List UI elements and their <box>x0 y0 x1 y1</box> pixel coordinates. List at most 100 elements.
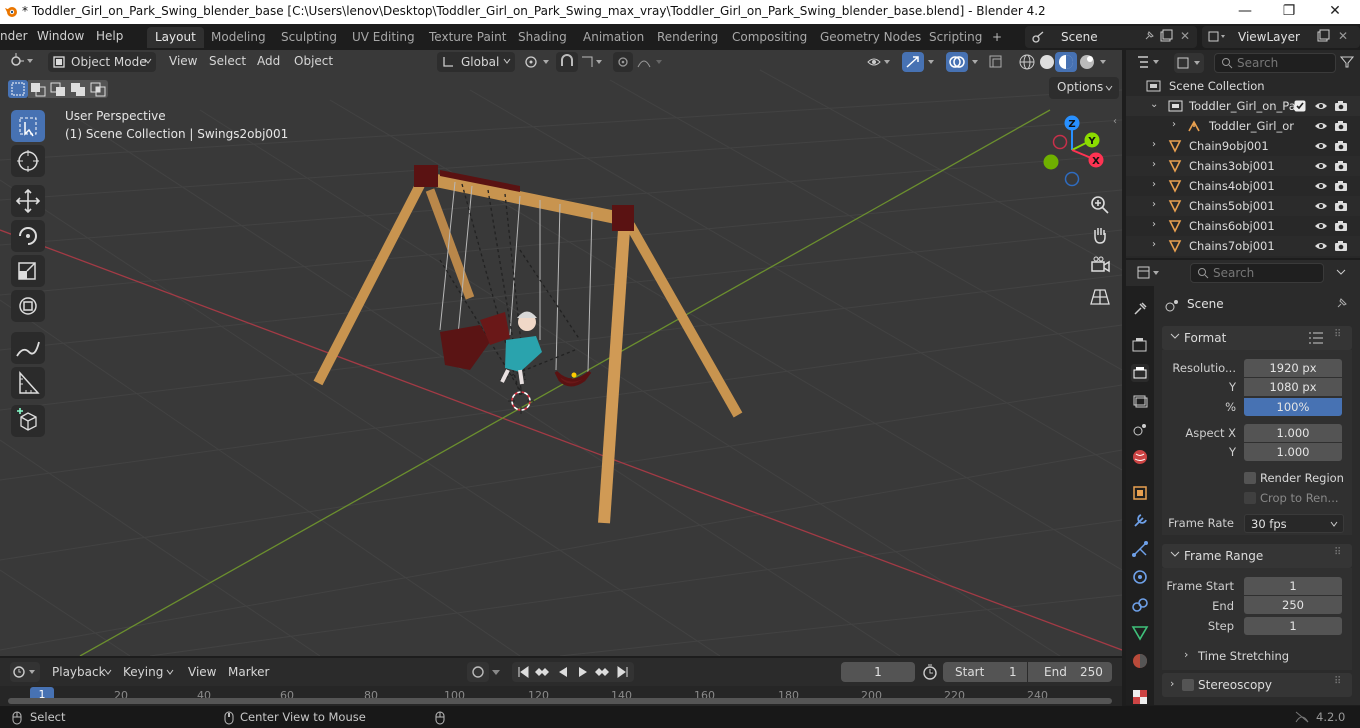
frame-rate-dropdown[interactable]: 30 fps <box>1244 514 1344 533</box>
snap-toggle-icon[interactable] <box>556 52 578 72</box>
camera-icon[interactable] <box>1334 100 1348 112</box>
timeline-view-menu[interactable]: View <box>188 665 216 679</box>
pin-icon[interactable] <box>1143 30 1155 42</box>
particles-tab-icon[interactable] <box>1131 540 1149 558</box>
filter-icon[interactable] <box>1340 55 1354 69</box>
current-frame-field[interactable]: 1 <box>841 662 915 682</box>
tab-shading[interactable]: Shading <box>510 27 575 48</box>
expand-chevron-icon[interactable]: › <box>1152 139 1156 150</box>
drag-handle-icon[interactable]: ⠿ <box>1334 676 1341 687</box>
pan-hand-icon[interactable] <box>1087 222 1113 248</box>
rendered-shading-icon[interactable] <box>1078 53 1096 71</box>
frame-end-field[interactable]: 250 <box>1244 596 1342 614</box>
tab-animation[interactable]: Animation <box>575 27 652 48</box>
sidebar-toggle-icon[interactable]: ‹ <box>1113 116 1117 127</box>
resolution-y-field[interactable]: 1080 px <box>1244 378 1342 396</box>
drag-handle-icon[interactable]: ⠿ <box>1334 329 1341 340</box>
visibility-selectability-icon[interactable] <box>866 54 892 70</box>
camera-icon[interactable] <box>1334 120 1348 132</box>
properties-search-input[interactable]: Search <box>1190 263 1324 283</box>
tab-modeling[interactable]: Modeling <box>203 27 274 48</box>
resolution-x-field[interactable]: 1920 px <box>1244 359 1342 377</box>
camera-view-icon[interactable] <box>1087 253 1113 279</box>
material-tab-icon[interactable] <box>1131 652 1149 670</box>
tab-texture-paint[interactable]: Texture Paint <box>421 27 514 48</box>
camera-icon[interactable] <box>1334 180 1348 192</box>
tab-sculpting[interactable]: Sculpting <box>273 27 345 48</box>
outliner-editor-icon[interactable] <box>1136 54 1164 70</box>
menu-add[interactable]: Add <box>257 54 280 68</box>
scale-tool[interactable] <box>11 255 45 287</box>
pin-icon[interactable] <box>1334 297 1348 311</box>
constraints-tab-icon[interactable] <box>1131 596 1149 614</box>
select-box-tool[interactable] <box>11 110 45 142</box>
properties-editor-icon[interactable] <box>1136 265 1164 281</box>
pivot-point-icon[interactable] <box>523 54 553 70</box>
object-mode-dropdown[interactable]: Object Mode <box>48 52 156 72</box>
menu-help[interactable]: Help <box>96 29 123 43</box>
eye-icon[interactable] <box>1314 120 1328 132</box>
close-button[interactable]: ✕ <box>1312 0 1358 24</box>
camera-icon[interactable] <box>1334 240 1348 252</box>
delete-viewlayer-icon[interactable]: ✕ <box>1338 29 1348 43</box>
format-panel-header[interactable]: Format ⠿ <box>1162 326 1352 350</box>
modifier-tab-icon[interactable] <box>1131 512 1149 530</box>
outliner-row-mesh[interactable]: › Chains7obj001 <box>1126 236 1360 256</box>
scene-tab-icon[interactable] <box>1131 420 1149 438</box>
navigation-gizmo[interactable]: Z Y X <box>1038 112 1118 192</box>
overlays-toggle-icon[interactable] <box>946 52 968 72</box>
frame-start-field[interactable]: 1 <box>1244 577 1342 595</box>
editor-type-icon[interactable] <box>10 53 36 69</box>
neg-y-axis-icon[interactable] <box>1043 154 1059 170</box>
outliner-scene-collection[interactable]: Scene Collection <box>1126 76 1360 96</box>
gizmo-toggle-icon[interactable] <box>902 52 924 72</box>
expand-chevron-icon[interactable]: › <box>1152 159 1156 170</box>
expand-chevron-icon[interactable]: › <box>1152 219 1156 230</box>
timeline-end-field[interactable]: End 250 <box>1028 662 1112 682</box>
add-cube-tool[interactable] <box>11 405 45 437</box>
outliner-row-collection[interactable]: ⌄ Toddler_Girl_on_Pa <box>1126 96 1360 116</box>
physics-tab-icon[interactable] <box>1131 568 1149 586</box>
eye-icon[interactable] <box>1314 100 1328 112</box>
crop-checkbox[interactable] <box>1244 492 1256 504</box>
tab-compositing[interactable]: Compositing <box>724 27 815 48</box>
keying-menu[interactable]: Keying <box>123 665 163 679</box>
proportional-edit-icon[interactable] <box>613 52 633 72</box>
eye-icon[interactable] <box>1314 160 1328 172</box>
object-tab-icon[interactable] <box>1131 484 1149 502</box>
annotate-tool[interactable] <box>11 332 45 364</box>
next-keyframe-icon[interactable] <box>594 665 610 679</box>
eye-icon[interactable] <box>1314 180 1328 192</box>
scene-selector[interactable]: Scene ✕ <box>1025 26 1197 48</box>
snap-target-icon[interactable] <box>580 54 606 70</box>
timeline-start-field[interactable]: Start 1 <box>943 662 1027 682</box>
rotate-tool[interactable] <box>11 220 45 252</box>
cursor-tool[interactable] <box>11 145 45 177</box>
3d-viewport[interactable]: Object Mode View Select Add Object Globa… <box>0 50 1122 656</box>
chevron-down-icon[interactable] <box>1336 267 1346 277</box>
select-extend-icon[interactable] <box>28 80 48 98</box>
eye-icon[interactable] <box>1314 200 1328 212</box>
keying-dropdown-icon[interactable] <box>491 666 501 678</box>
camera-icon[interactable] <box>1334 220 1348 232</box>
texture-tab-icon[interactable] <box>1131 688 1149 705</box>
neg-x-axis-icon[interactable] <box>1052 134 1068 150</box>
tab-rendering[interactable]: Rendering <box>649 27 726 48</box>
minimize-button[interactable]: — <box>1222 0 1268 24</box>
record-toggle-icon[interactable] <box>467 662 489 682</box>
render-region-checkbox[interactable] <box>1244 472 1256 484</box>
eye-icon[interactable] <box>1314 240 1328 252</box>
tool-tab-icon[interactable] <box>1131 300 1149 318</box>
outliner-search-input[interactable]: Search <box>1214 53 1336 73</box>
resolution-percent-field[interactable]: 100% <box>1244 398 1342 416</box>
measure-tool[interactable] <box>11 367 45 399</box>
perspective-toggle-icon[interactable] <box>1087 284 1113 310</box>
new-viewlayer-icon[interactable] <box>1316 29 1330 43</box>
delete-scene-icon[interactable]: ✕ <box>1180 29 1190 43</box>
menu-object[interactable]: Object <box>294 54 333 68</box>
solid-shading-icon[interactable] <box>1038 53 1056 71</box>
select-subtract-icon[interactable] <box>48 80 68 98</box>
jump-end-icon[interactable] <box>616 665 630 679</box>
camera-icon[interactable] <box>1334 140 1348 152</box>
render-tab-icon[interactable] <box>1131 336 1149 354</box>
